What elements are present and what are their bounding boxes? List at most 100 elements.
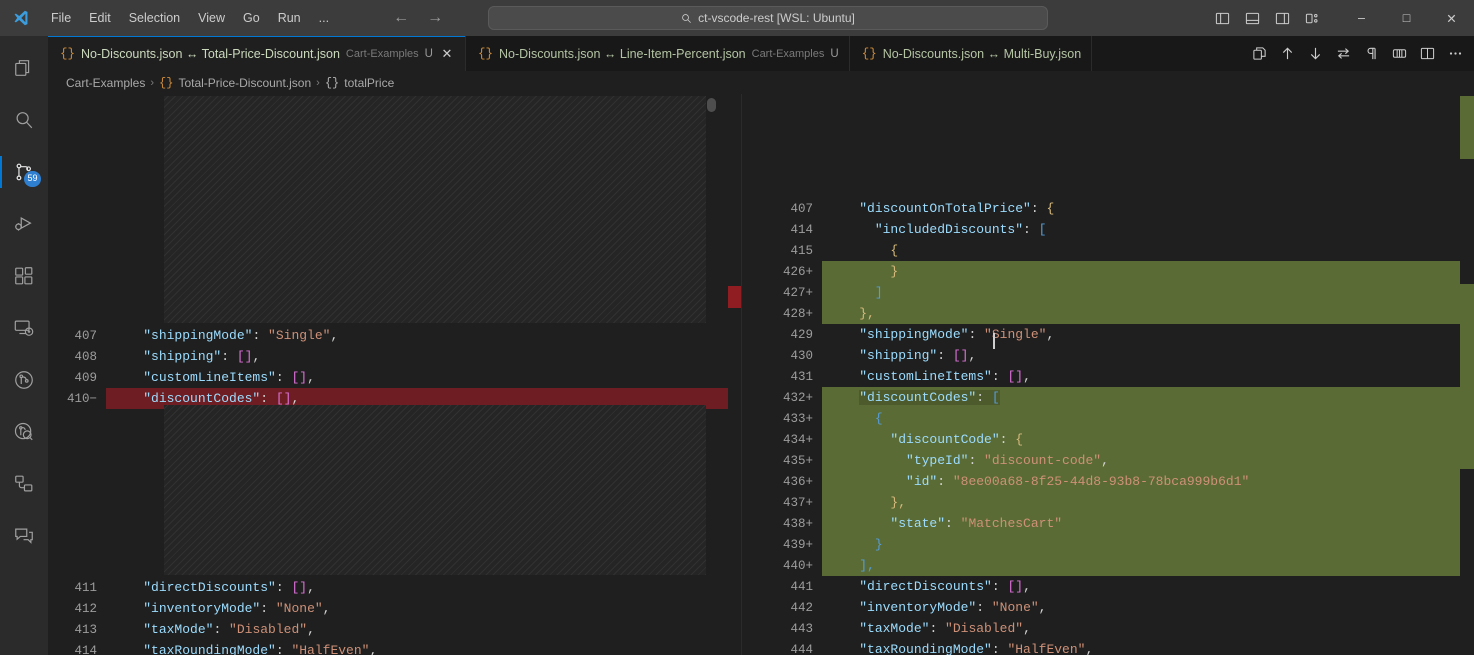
code-line[interactable]: 427+ ]	[760, 282, 1474, 303]
tab-close-icon[interactable]: ✕	[439, 46, 455, 62]
toggle-whitespace-icon[interactable]	[1358, 41, 1384, 67]
code-text: "shipping": [],	[143, 349, 261, 364]
menu-more-icon[interactable]: ...	[310, 7, 338, 29]
sidebar-item-run-and-debug[interactable]	[0, 198, 48, 250]
json-object-symbol-icon: {}	[324, 75, 340, 90]
code-line[interactable]: 413 "taxMode": "Disabled",	[48, 619, 742, 640]
code-line[interactable]: 443 "taxMode": "Disabled",	[760, 618, 1474, 639]
go-back-icon[interactable]: ←	[392, 10, 410, 26]
breadcrumb-separator: ›	[150, 76, 155, 89]
code-line[interactable]: 414 "taxRoundingMode": "HalfEven",	[48, 640, 742, 655]
code-line[interactable]: 434+ "discountCode": {	[760, 429, 1474, 450]
breadcrumb-separator: ›	[316, 76, 320, 89]
tab-line-item-percent[interactable]: {} No-Discounts.json ↔ Line-Item-Percent…	[465, 36, 850, 71]
menu-go[interactable]: Go	[234, 7, 269, 29]
sidebar-item-comments[interactable]	[0, 510, 48, 562]
sidebar-item-remote-explorer[interactable]	[0, 302, 48, 354]
code-line[interactable]: 436+ "id": "8ee00a68-8f25-44d8-93b8-78bc…	[760, 471, 1474, 492]
toggle-secondary-sidebar-icon[interactable]	[1269, 5, 1295, 31]
search-icon	[681, 13, 692, 24]
minimize-button[interactable]: –	[1339, 0, 1384, 36]
tab-label: No-Discounts.json ↔ Total-Price-Discount…	[81, 46, 340, 61]
code-line[interactable]: 412 "inventoryMode": "None",	[48, 598, 742, 619]
diff-modified-pane[interactable]: 407 "discountOnTotalPrice": {414 "includ…	[760, 94, 1474, 655]
line-number: 431	[790, 369, 813, 384]
code-line[interactable]: 438+ "state": "MatchesCart"	[760, 513, 1474, 534]
code-line[interactable]: 444 "taxRoundingMode": "HalfEven",	[760, 639, 1474, 655]
code-line[interactable]: 431 "customLineItems": [],	[760, 366, 1474, 387]
menu-file[interactable]: File	[42, 7, 80, 29]
diff-filler-top	[164, 96, 706, 323]
sidebar-item-extensions[interactable]	[0, 250, 48, 302]
breadcrumb-item-folder[interactable]: Cart-Examples	[66, 76, 145, 90]
code-line[interactable]: 440+ ],	[760, 555, 1474, 576]
code-line[interactable]: 426+ }	[760, 261, 1474, 282]
line-number: 415	[790, 243, 813, 258]
code-line[interactable]: 437+ },	[760, 492, 1474, 513]
menu-bar: File Edit Selection View Go Run ...	[42, 7, 338, 29]
code-line[interactable]: 432+ "discountCodes": [	[760, 387, 1474, 408]
sidebar-item-gitlens[interactable]	[0, 406, 48, 458]
menu-view[interactable]: View	[189, 7, 234, 29]
code-line[interactable]: 428+ },	[760, 303, 1474, 324]
sidebar-item-git-graph[interactable]	[0, 354, 48, 406]
original-overview-ruler[interactable]	[728, 94, 742, 655]
maximize-button[interactable]: □	[1384, 0, 1429, 36]
editor-group: {} No-Discounts.json ↔ Total-Price-Disco…	[48, 36, 1474, 655]
close-button[interactable]: ✕	[1429, 0, 1474, 36]
previous-change-icon[interactable]	[1274, 41, 1300, 67]
modified-overview-ruler[interactable]	[1460, 94, 1474, 655]
code-line[interactable]: 414 "includedDiscounts": [	[760, 219, 1474, 240]
breadcrumb-item-symbol[interactable]: totalPrice	[344, 76, 394, 90]
tab-label: No-Discounts.json ↔ Multi-Buy.json	[882, 46, 1082, 61]
code-line[interactable]: 407 "discountOnTotalPrice": {	[760, 198, 1474, 219]
vscode-logo-icon	[0, 9, 42, 27]
more-actions-icon[interactable]	[1442, 41, 1468, 67]
code-text: "customLineItems": [],	[859, 369, 1031, 384]
split-editor-icon[interactable]	[1414, 41, 1440, 67]
code-text: "state": "MatchesCart"	[890, 516, 1063, 531]
code-line[interactable]: 408 "shipping": [],	[48, 346, 742, 367]
customize-layout-icon[interactable]	[1299, 5, 1325, 31]
sidebar-item-source-control[interactable]: 59	[0, 146, 48, 198]
code-line[interactable]: 429 "shippingMode": "Single",	[760, 324, 1474, 345]
code-line[interactable]: 433+ {	[760, 408, 1474, 429]
command-center[interactable]: ct-vscode-rest [WSL: Ubuntu]	[488, 6, 1048, 30]
menu-selection[interactable]: Selection	[120, 7, 189, 29]
modified-code-area[interactable]: 407 "discountOnTotalPrice": {414 "includ…	[760, 94, 1474, 655]
sidebar-item-references[interactable]	[0, 458, 48, 510]
code-line[interactable]: 407 "shippingMode": "Single",	[48, 325, 742, 346]
original-scrollbar-thumb[interactable]	[707, 98, 716, 112]
code-line[interactable]: 441 "directDiscounts": [],	[760, 576, 1474, 597]
menu-run[interactable]: Run	[269, 7, 310, 29]
code-line[interactable]: 442 "inventoryMode": "None",	[760, 597, 1474, 618]
code-line[interactable]: 415 {	[760, 240, 1474, 261]
code-text: }	[890, 264, 899, 279]
go-forward-icon[interactable]: →	[426, 10, 444, 26]
swap-sides-icon[interactable]	[1330, 41, 1356, 67]
toggle-word-wrap-icon[interactable]	[1386, 41, 1412, 67]
code-line[interactable]: 411 "directDiscounts": [],	[48, 577, 742, 598]
tab-description: Cart-Examples	[345, 47, 419, 60]
toggle-panel-icon[interactable]	[1239, 5, 1265, 31]
tab-multi-buy[interactable]: {} No-Discounts.json ↔ Multi-Buy.json	[849, 36, 1093, 71]
source-control-badge: 59	[24, 171, 41, 187]
line-number: 441	[790, 579, 813, 594]
next-change-icon[interactable]	[1302, 41, 1328, 67]
code-line[interactable]: 430 "shipping": [],	[760, 345, 1474, 366]
tab-label: No-Discounts.json ↔ Line-Item-Percent.js…	[499, 46, 746, 61]
code-text: "taxRoundingMode": "HalfEven",	[143, 643, 378, 655]
breadcrumb-item-file[interactable]: Total-Price-Discount.json	[178, 76, 311, 90]
tab-total-price-discount[interactable]: {} No-Discounts.json ↔ Total-Price-Disco…	[48, 36, 466, 71]
code-line[interactable]: 409 "customLineItems": [],	[48, 367, 742, 388]
code-line[interactable]: 435+ "typeId": "discount-code",	[760, 450, 1474, 471]
code-text: "typeId": "discount-code",	[906, 453, 1109, 468]
sidebar-item-explorer[interactable]	[0, 42, 48, 94]
open-changes-icon[interactable]	[1246, 41, 1272, 67]
diff-original-pane[interactable]: 407 "shippingMode": "Single", 408 "shippi…	[48, 94, 742, 655]
line-number: 411	[74, 580, 97, 595]
menu-edit[interactable]: Edit	[80, 7, 120, 29]
sidebar-item-search[interactable]	[0, 94, 48, 146]
toggle-primary-sidebar-icon[interactable]	[1209, 5, 1235, 31]
code-line[interactable]: 439+ }	[760, 534, 1474, 555]
